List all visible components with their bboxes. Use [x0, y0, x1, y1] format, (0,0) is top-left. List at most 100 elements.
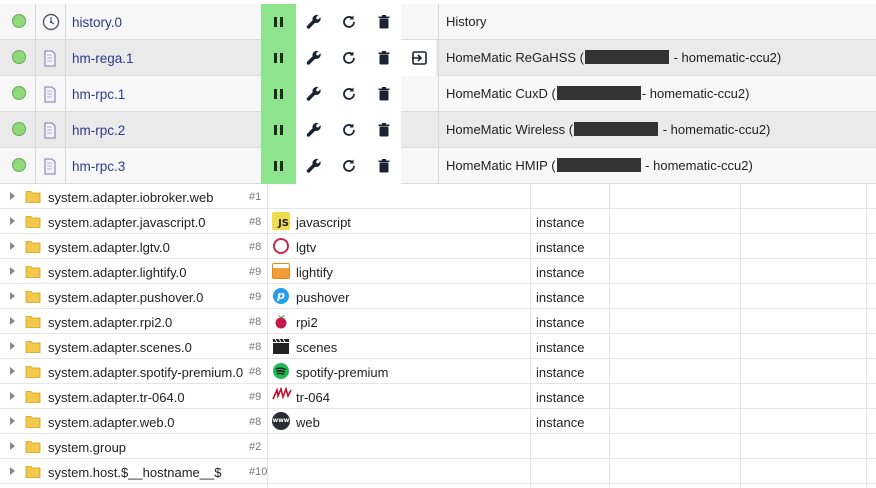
object-type: instance: [536, 290, 585, 305]
pause-button[interactable]: [261, 40, 296, 76]
pause-button[interactable]: [261, 4, 296, 40]
object-row[interactable]: system.host.$__hostname__$ #10: [0, 459, 876, 484]
object-id: system.group: [48, 440, 127, 455]
object-row[interactable]: system.adapter.scenes.0 #8 scenes instance: [0, 334, 876, 359]
instance-title: HomeMatic Wireless ( - homematic-ccu2): [438, 112, 876, 148]
instance-title-text: History: [446, 14, 487, 29]
instance-title-suffix: - homematic-ccu2): [669, 50, 782, 65]
open-in-button[interactable]: [401, 40, 436, 76]
status-ok-dot: [12, 14, 26, 28]
object-row[interactable]: system.adapter.pushover.0 #9 p pushover inst…: [0, 284, 876, 309]
hm-building-icon: [36, 148, 66, 183]
status-ok-dot: [12, 122, 26, 136]
object-row[interactable]: system.adapter.javascript.0 #8 JS javascrip…: [0, 209, 876, 234]
instance-name[interactable]: history.0: [72, 15, 122, 30]
caret-right-icon[interactable]: [10, 367, 15, 375]
restart-button[interactable]: [331, 76, 366, 112]
restart-button[interactable]: [331, 148, 366, 184]
settings-button[interactable]: [296, 148, 331, 184]
object-row[interactable]: system.adapter.web.0 #8 www web instance: [0, 409, 876, 434]
caret-right-icon[interactable]: [10, 392, 15, 400]
folder-icon: [25, 289, 41, 307]
delete-button[interactable]: [366, 4, 401, 40]
object-type: instance: [536, 365, 585, 380]
caret-right-icon[interactable]: [10, 192, 15, 200]
object-type: instance: [536, 415, 585, 430]
raspberry-icon: [272, 312, 290, 330]
object-type: instance: [536, 315, 585, 330]
adapter-name: rpi2: [296, 315, 318, 330]
instance-name[interactable]: hm-rega.1: [72, 51, 134, 66]
child-count: #8: [249, 316, 262, 328]
pause-button[interactable]: [261, 148, 296, 184]
object-row[interactable]: system.adapter.lightify.0 #9 lightify insta…: [0, 259, 876, 284]
delete-button[interactable]: [366, 40, 401, 76]
settings-button[interactable]: [296, 40, 331, 76]
settings-button[interactable]: [296, 4, 331, 40]
restart-button[interactable]: [331, 112, 366, 148]
object-row[interactable]: system.adapter.lgtv.0 #8 lgtv instance: [0, 234, 876, 259]
instance-title-text: HomeMatic CuxD (: [446, 86, 556, 101]
lightify-icon: [272, 262, 290, 280]
pause-button[interactable]: [261, 76, 296, 112]
caret-right-icon[interactable]: [10, 267, 15, 275]
folder-icon: [25, 314, 41, 332]
object-id: system.host.$__hostname__$: [48, 465, 222, 480]
caret-right-icon[interactable]: [10, 467, 15, 475]
object-id: system.adapter.tr-064.0: [48, 390, 185, 405]
settings-button[interactable]: [296, 112, 331, 148]
caret-right-icon[interactable]: [10, 317, 15, 325]
object-row[interactable]: system.adapter.iobroker.web #1: [0, 184, 876, 209]
object-row[interactable]: system.group #2: [0, 434, 876, 459]
lgtv-icon: [272, 237, 290, 255]
adapter-name: scenes: [296, 340, 338, 355]
adapter-name: web: [296, 415, 320, 430]
delete-button[interactable]: [366, 76, 401, 112]
child-count: #10: [249, 466, 268, 478]
instance-title-text: HomeMatic HMIP (: [446, 158, 556, 173]
settings-button[interactable]: [296, 76, 331, 112]
object-id: system.adapter.javascript.0: [48, 215, 206, 230]
object-id: system.adapter.web.0: [48, 415, 175, 430]
object-row[interactable]: system.adapter.tr-064.0 #9 tr-064 instance: [0, 384, 876, 409]
folder-icon: [25, 414, 41, 432]
delete-button[interactable]: [366, 112, 401, 148]
adapter-name: tr-064: [296, 390, 330, 405]
adapter-name: lightify: [296, 265, 333, 280]
caret-right-icon[interactable]: [10, 442, 15, 450]
folder-icon: [25, 214, 41, 232]
caret-right-icon[interactable]: [10, 242, 15, 250]
instance-name[interactable]: hm-rpc.1: [72, 87, 125, 102]
redacted-host: [556, 86, 641, 100]
instance-title-suffix: - homematic-ccu2): [641, 86, 750, 101]
web-icon: www: [272, 412, 290, 430]
status-cell: [4, 148, 36, 183]
column-divider: [609, 184, 610, 488]
caret-right-icon[interactable]: [10, 217, 15, 225]
object-type: instance: [536, 240, 585, 255]
instance-title: HomeMatic ReGaHSS ( - homematic-ccu2): [438, 40, 876, 76]
delete-button[interactable]: [366, 148, 401, 184]
pause-icon: [274, 125, 284, 135]
instance-title-suffix: - homematic-ccu2): [641, 158, 753, 173]
restart-button[interactable]: [331, 40, 366, 76]
object-type: instance: [536, 265, 585, 280]
column-divider: [267, 184, 268, 488]
pause-icon: [274, 161, 284, 171]
pause-button[interactable]: [261, 112, 296, 148]
restart-button[interactable]: [331, 4, 366, 40]
child-count: #8: [249, 366, 262, 378]
object-row[interactable]: system.adapter.spotify-premium.0 #8 spotif…: [0, 359, 876, 384]
status-ok-dot: [12, 158, 26, 172]
object-row[interactable]: system.adapter.rpi2.0 #8 rpi2 instance: [0, 309, 876, 334]
instance-name[interactable]: hm-rpc.2: [72, 123, 125, 138]
column-divider: [866, 184, 867, 488]
caret-right-icon[interactable]: [10, 417, 15, 425]
caret-right-icon[interactable]: [10, 342, 15, 350]
folder-icon: [25, 239, 41, 257]
instance-name[interactable]: hm-rpc.3: [72, 159, 125, 174]
object-type: instance: [536, 340, 585, 355]
adapter-name: javascript: [296, 215, 351, 230]
caret-right-icon[interactable]: [10, 292, 15, 300]
adapter-name: pushover: [296, 290, 350, 305]
